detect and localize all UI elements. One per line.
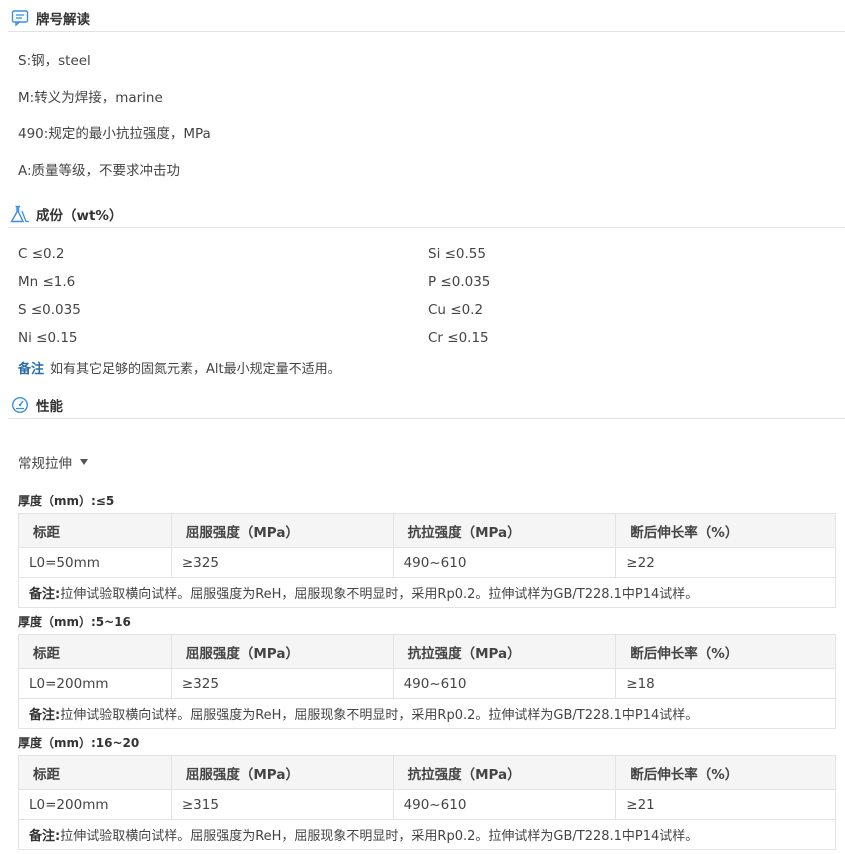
composition-section-header: 成份（wt%） — [8, 200, 845, 228]
flask-icon — [10, 204, 30, 224]
composition-note-text: 如有其它足够的固氮元素，Alt最小规定量不适用。 — [50, 362, 341, 377]
header-gauge-length: 标距 — [18, 513, 172, 548]
header-yield-strength: 屈服强度（MPa） — [170, 755, 394, 790]
test-type-dropdown[interactable]: 常规拉伸 — [18, 452, 88, 472]
composition-item: Si ≤0.55 — [428, 246, 486, 262]
table-note: 备注:拉伸试验取横向试样。屈服强度为ReH，屈服现象不明显时，采用Rp0.2。拉… — [18, 698, 836, 729]
thickness-label: 厚度（mm）:≤5 — [18, 494, 115, 508]
composition-item: Mn ≤1.6 — [18, 274, 76, 290]
composition-item: Ni ≤0.15 — [18, 330, 78, 346]
table-header-row: 标距 屈服强度（MPa） 抗拉强度（MPa） 断后伸长率（%） — [18, 634, 836, 669]
table-note: 备注:拉伸试验取横向试样。屈服强度为ReH，屈服现象不明显时，采用Rp0.2。拉… — [18, 819, 836, 850]
grade-line: A:质量等级，不要求冲击功 — [18, 163, 181, 179]
header-tensile-strength: 抗拉强度（MPa） — [392, 755, 617, 790]
table-note-text: 拉伸试验取横向试样。屈服强度为ReH，屈服现象不明显时，采用Rp0.2。拉伸试样… — [60, 587, 699, 602]
cell-gauge-length: L0=50mm — [18, 547, 172, 578]
properties-section-header: 性能 — [8, 391, 845, 419]
cell-tensile-strength: 490~610 — [392, 789, 617, 820]
table-note-row: 备注:拉伸试验取横向试样。屈服强度为ReH，屈服现象不明显时，采用Rp0.2。拉… — [18, 819, 836, 850]
table-note-row: 备注:拉伸试验取横向试样。屈服强度为ReH，屈服现象不明显时，采用Rp0.2。拉… — [18, 577, 836, 608]
grade-line: S:钢，steel — [18, 53, 91, 69]
header-elongation: 断后伸长率（%） — [615, 513, 836, 548]
composition-item: P ≤0.035 — [428, 274, 491, 290]
cell-yield-strength: ≥325 — [170, 547, 394, 578]
cell-elongation: ≥21 — [615, 789, 836, 820]
grade-section-header: 牌号解读 — [8, 4, 845, 32]
cell-elongation: ≥22 — [615, 547, 836, 578]
header-gauge-length: 标距 — [18, 634, 172, 669]
table-note-key: 备注: — [29, 708, 61, 723]
thickness-label: 厚度（mm）:5~16 — [18, 615, 131, 629]
properties-section-title: 性能 — [36, 398, 63, 415]
composition-note-key: 备注 — [18, 362, 45, 377]
table-row: L0=200mm ≥325 490~610 ≥18 — [18, 668, 836, 699]
table-header-row: 标距 屈服强度（MPa） 抗拉强度（MPa） 断后伸长率（%） — [18, 755, 836, 790]
test-type-value: 常规拉伸 — [18, 456, 72, 472]
composition-section-title: 成份（wt%） — [36, 207, 123, 224]
thickness-label: 厚度（mm）:16~20 — [18, 736, 140, 750]
header-yield-strength: 屈服强度（MPa） — [170, 634, 394, 669]
table-row: L0=200mm ≥315 490~610 ≥21 — [18, 789, 836, 820]
header-yield-strength: 屈服强度（MPa） — [170, 513, 394, 548]
header-tensile-strength: 抗拉强度（MPa） — [392, 634, 617, 669]
table-note-key: 备注: — [29, 587, 61, 602]
table-header-row: 标距 屈服强度（MPa） 抗拉强度（MPa） 断后伸长率（%） — [18, 513, 836, 548]
gauge-icon — [10, 395, 30, 415]
grade-line: 490:规定的最小抗拉强度，MPa — [18, 126, 211, 142]
properties-table: 标距 屈服强度（MPa） 抗拉强度（MPa） 断后伸长率（%） L0=50mm … — [18, 513, 836, 608]
composition-item: Cr ≤0.15 — [428, 330, 489, 346]
cell-gauge-length: L0=200mm — [18, 789, 172, 820]
table-note-text: 拉伸试验取横向试样。屈服强度为ReH，屈服现象不明显时，采用Rp0.2。拉伸试样… — [60, 829, 699, 844]
composition-item: Cu ≤0.2 — [428, 302, 484, 318]
grade-line: M:转义为焊接，marine — [18, 90, 163, 106]
header-elongation: 断后伸长率（%） — [615, 634, 836, 669]
table-note-row: 备注:拉伸试验取横向试样。屈服强度为ReH，屈服现象不明显时，采用Rp0.2。拉… — [18, 698, 836, 729]
caret-down-icon — [80, 459, 88, 465]
cell-elongation: ≥18 — [615, 668, 836, 699]
cell-tensile-strength: 490~610 — [392, 668, 617, 699]
table-note: 备注:拉伸试验取横向试样。屈服强度为ReH，屈服现象不明显时，采用Rp0.2。拉… — [18, 577, 836, 608]
comment-icon — [10, 8, 30, 28]
header-gauge-length: 标距 — [18, 755, 172, 790]
grade-section-title: 牌号解读 — [36, 11, 90, 28]
header-tensile-strength: 抗拉强度（MPa） — [392, 513, 617, 548]
header-elongation: 断后伸长率（%） — [615, 755, 836, 790]
table-note-key: 备注: — [29, 829, 61, 844]
cell-gauge-length: L0=200mm — [18, 668, 172, 699]
properties-table: 标距 屈服强度（MPa） 抗拉强度（MPa） 断后伸长率（%） L0=200mm… — [18, 755, 836, 850]
composition-item: S ≤0.035 — [18, 302, 81, 318]
table-note-text: 拉伸试验取横向试样。屈服强度为ReH，屈服现象不明显时，采用Rp0.2。拉伸试样… — [60, 708, 699, 723]
composition-item: C ≤0.2 — [18, 246, 65, 262]
cell-yield-strength: ≥315 — [170, 789, 394, 820]
properties-table: 标距 屈服强度（MPa） 抗拉强度（MPa） 断后伸长率（%） L0=200mm… — [18, 634, 836, 729]
composition-note: 备注 如有其它足够的固氮元素，Alt最小规定量不适用。 — [18, 358, 341, 377]
cell-yield-strength: ≥325 — [170, 668, 394, 699]
table-row: L0=50mm ≥325 490~610 ≥22 — [18, 547, 836, 578]
cell-tensile-strength: 490~610 — [392, 547, 617, 578]
